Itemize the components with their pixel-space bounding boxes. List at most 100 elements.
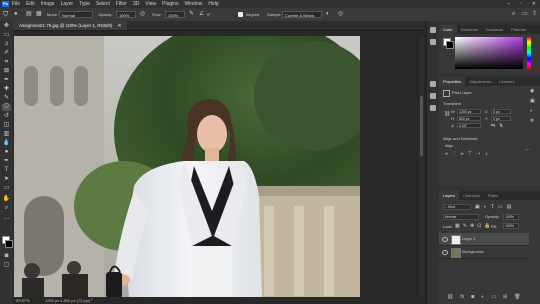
opacity-field[interactable]: 100% bbox=[116, 11, 136, 18]
blend-mode-select[interactable]: Normal bbox=[443, 214, 479, 220]
status-menu-icon[interactable]: › bbox=[91, 297, 93, 304]
history-brush-tool-icon[interactable]: ↺ bbox=[2, 113, 11, 120]
menu-layer[interactable]: Layer bbox=[61, 0, 74, 8]
tab-gradients[interactable]: Gradients bbox=[482, 25, 507, 34]
filter-type-icon[interactable]: T bbox=[491, 204, 494, 210]
menu-image[interactable]: Image bbox=[41, 0, 55, 8]
tab-patterns[interactable]: Patterns bbox=[507, 25, 530, 34]
gear-icon[interactable]: ✲ bbox=[530, 118, 534, 124]
type-tool-icon[interactable]: T bbox=[2, 167, 11, 174]
lasso-tool-icon[interactable]: ↄ bbox=[2, 41, 11, 48]
aligned-checkbox[interactable] bbox=[238, 12, 243, 17]
layer-row-layer-1[interactable]: Layer 1 bbox=[439, 233, 529, 246]
align-middle-icon[interactable]: ⊣ bbox=[476, 151, 480, 157]
link-layers-icon[interactable]: ⛓ bbox=[447, 294, 453, 300]
menu-select[interactable]: Select bbox=[96, 0, 110, 8]
height-field[interactable]: 800 px bbox=[457, 116, 481, 121]
tab-channels[interactable]: Channels bbox=[459, 191, 484, 200]
x-field[interactable]: 0 px bbox=[491, 109, 511, 114]
delete-layer-icon[interactable]: 🗑 bbox=[514, 294, 520, 300]
character-icon[interactable] bbox=[430, 81, 436, 87]
menu-view[interactable]: View bbox=[145, 0, 156, 8]
group-icon[interactable]: ▭ bbox=[491, 294, 496, 300]
lock-position-icon[interactable]: ✥ bbox=[470, 223, 474, 229]
tab-properties[interactable]: Properties bbox=[439, 77, 466, 86]
fill-field[interactable]: 100% bbox=[503, 223, 519, 229]
zoom-tool-icon[interactable]: ⌕ bbox=[2, 205, 11, 212]
adjust-icon[interactable]: ◐ bbox=[530, 108, 533, 114]
rectangle-tool-icon[interactable]: ▭ bbox=[2, 185, 11, 192]
path-select-tool-icon[interactable]: ➤ bbox=[2, 176, 11, 183]
dodge-tool-icon[interactable]: ● bbox=[2, 149, 11, 156]
align-bottom-icon[interactable]: ⊥ bbox=[484, 151, 488, 157]
hand-tool-icon[interactable]: ✋ bbox=[2, 196, 11, 203]
maximize-icon[interactable]: ▫ bbox=[520, 0, 522, 8]
healing-brush-tool-icon[interactable]: ✚ bbox=[2, 86, 11, 93]
quick-mask-icon[interactable]: ◙ bbox=[2, 253, 11, 260]
brush-tool-icon[interactable]: ✎ bbox=[2, 95, 11, 102]
menu-3d[interactable]: 3D bbox=[133, 0, 139, 8]
angle-field[interactable]: 0.00° bbox=[457, 123, 481, 128]
tab-paths[interactable]: Paths bbox=[484, 191, 502, 200]
close-tab-icon[interactable]: ✕ bbox=[118, 23, 122, 28]
flow-field[interactable]: 100% bbox=[165, 11, 185, 18]
vertical-scrollbar[interactable] bbox=[419, 36, 424, 296]
move-tool-icon[interactable]: ✥ bbox=[2, 23, 11, 30]
align-center-icon[interactable]: ⋮ bbox=[452, 151, 457, 157]
quick-select-tool-icon[interactable]: ✐ bbox=[2, 50, 11, 57]
flip-horizontal-icon[interactable]: ⇆ bbox=[491, 123, 495, 129]
crop-tool-icon[interactable]: ⌗ bbox=[2, 59, 11, 66]
transform-heading[interactable]: Transform bbox=[443, 101, 461, 106]
background-color-swatch[interactable] bbox=[5, 240, 13, 248]
align-right-icon[interactable]: ⫸ bbox=[461, 151, 464, 157]
layer-visibility-eye-icon[interactable] bbox=[442, 237, 448, 242]
lock-paint-icon[interactable]: ✎ bbox=[463, 223, 467, 229]
pressure-opacity-icon[interactable]: ◎ bbox=[140, 8, 145, 21]
menu-edit[interactable]: Edit bbox=[26, 0, 35, 8]
link-dimensions-icon[interactable]: ⛓ bbox=[444, 111, 450, 117]
comments-icon[interactable]: ▣ bbox=[530, 98, 535, 104]
more-options-icon[interactable]: … bbox=[525, 146, 530, 152]
menu-filter[interactable]: Filter bbox=[116, 0, 127, 8]
new-layer-icon[interactable]: ⊞ bbox=[503, 294, 507, 300]
gradient-tool-icon[interactable]: ▥ bbox=[2, 131, 11, 138]
align-top-icon[interactable]: ⊤ bbox=[468, 151, 472, 157]
share-icon[interactable]: ⇪ bbox=[532, 8, 537, 21]
hue-slider[interactable] bbox=[527, 37, 531, 69]
camera-icon[interactable]: ◉ bbox=[530, 88, 534, 94]
screen-mode-icon[interactable]: ▢ bbox=[2, 262, 11, 269]
artboard-tool-icon[interactable]: ▭ bbox=[2, 32, 11, 39]
color-picker-field[interactable] bbox=[455, 37, 523, 69]
minimize-icon[interactable]: – bbox=[507, 0, 510, 8]
more-tools-icon[interactable]: … bbox=[2, 215, 11, 222]
glyphs-icon[interactable] bbox=[430, 105, 436, 111]
add-mask-icon[interactable]: ◙ bbox=[471, 294, 474, 300]
document-tab[interactable]: Assignment1.75.jpg @ 100% (Layer 1, RGB/… bbox=[13, 21, 128, 30]
layers-opacity-field[interactable]: 100% bbox=[503, 214, 519, 220]
ignore-adjustment-icon[interactable]: ◐ bbox=[326, 8, 330, 21]
tab-adjustments[interactable]: Adjustments bbox=[465, 77, 495, 86]
y-field[interactable]: 0 px bbox=[491, 116, 511, 121]
blur-tool-icon[interactable]: 💧 bbox=[2, 140, 11, 147]
vertical-scroll-thumb[interactable] bbox=[420, 96, 423, 156]
tab-swatches[interactable]: Swatches bbox=[457, 25, 482, 34]
mode-select[interactable]: Normal bbox=[59, 11, 93, 18]
align-distribute-heading[interactable]: Align and Distribute bbox=[443, 136, 478, 141]
clone-source-icon[interactable]: ▦ bbox=[36, 8, 42, 21]
zoom-level[interactable]: 99.87% bbox=[16, 297, 30, 304]
filter-shape-icon[interactable]: ▭ bbox=[498, 204, 503, 210]
brush-settings-icon[interactable]: ▤ bbox=[26, 8, 32, 21]
pressure-size-icon[interactable]: ◎ bbox=[338, 8, 343, 21]
filter-pixel-icon[interactable]: ▣ bbox=[475, 204, 480, 210]
lock-artboard-icon[interactable]: ⊡ bbox=[477, 223, 481, 229]
sample-select[interactable]: Current & Below bbox=[282, 11, 322, 18]
layer-style-icon[interactable]: fx bbox=[460, 294, 464, 300]
brush-panel-icon[interactable] bbox=[430, 39, 436, 45]
pen-tool-icon[interactable]: ✒ bbox=[2, 158, 11, 165]
lock-all-icon[interactable]: 🔒 bbox=[484, 223, 490, 229]
eraser-tool-icon[interactable]: ◫ bbox=[2, 122, 11, 129]
clone-stamp-tool-icon[interactable]: ⛉ bbox=[2, 104, 11, 111]
layer-visibility-eye-icon[interactable] bbox=[442, 250, 448, 255]
search-icon[interactable]: ⌕ bbox=[512, 8, 515, 21]
frame-tool-icon[interactable]: ⊠ bbox=[2, 68, 11, 75]
